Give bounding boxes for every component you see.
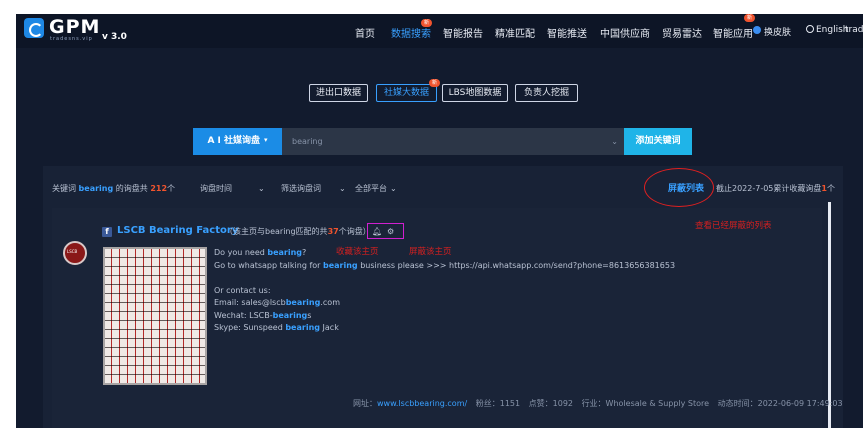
keyword-mid: 的询盘共 xyxy=(115,184,148,193)
chevron-down-icon: ⌄ xyxy=(390,184,397,193)
keyword-prefix: 关键词 xyxy=(52,184,76,193)
inquiry-time-label: 询盘时间 xyxy=(200,184,232,193)
avatar xyxy=(63,241,87,265)
post-line-4-pre: Email: sales@lscb xyxy=(214,298,286,307)
nav-home[interactable]: 首页 xyxy=(355,25,375,40)
site-label: 网址： xyxy=(353,399,377,408)
search-mode-label: A I 社媒询盘 xyxy=(207,136,261,146)
annotation-block: 屏蔽该主页 xyxy=(409,247,452,257)
fans-count: 粉丝：1151 xyxy=(475,399,521,408)
nav-data-search-badge: 新 xyxy=(421,19,432,27)
chevron-down-icon: ⌄ xyxy=(339,184,346,193)
gear-icon[interactable]: ⚙ xyxy=(387,227,394,236)
post-line-5: Wechat: LSCB-bearings xyxy=(214,311,311,320)
brand-subtitle: tradesns.vip xyxy=(50,36,93,42)
version-label: v 3.0 xyxy=(102,32,127,42)
nav-change-skin[interactable]: 换皮肤 xyxy=(764,25,791,38)
post-line-1-post: ? xyxy=(302,248,307,257)
app-window: GPM tradesns.vip v 3.0 首页 数据搜索 新 智能报告 精准… xyxy=(16,14,863,428)
post-line-6-hl: bearing xyxy=(285,323,320,332)
favorites-suffix: 个 xyxy=(826,184,835,193)
scrollbar[interactable] xyxy=(828,202,831,428)
filter-row: 关键词 bearing 的询盘共 212个 询盘时间 ⌄ 筛选询盘词 ⌄ 全部平台 ⌄… xyxy=(43,166,843,206)
annotation-view-blocked: 查看已经屏蔽的列表 xyxy=(695,221,772,231)
post-line-4-hl: bearing xyxy=(285,298,321,307)
search-mode-select[interactable]: A I 社媒询盘 ▾ xyxy=(193,128,282,155)
nav-trade-radar[interactable]: 贸易雷达 xyxy=(662,25,702,40)
post-line-5-post: s xyxy=(307,311,312,320)
annotation-favorite: 收藏该主页 xyxy=(336,247,379,257)
nav-account[interactable]: trad... xyxy=(845,25,863,35)
keyword-summary: 关键词 bearing 的询盘共 212个 xyxy=(52,183,175,194)
tab-social-data-badge: 新 xyxy=(429,79,440,87)
activity-time: 动态时间：2022-06-09 17:49:03 xyxy=(717,399,843,408)
post-line-1-pre: Do you need xyxy=(214,248,268,257)
favorites-prefix: 截止2022-7-05累计收藏询盘 xyxy=(716,184,822,193)
nav-smart-report[interactable]: 智能报告 xyxy=(443,25,483,40)
top-nav-bar: GPM tradesns.vip v 3.0 首页 数据搜索 新 智能报告 精准… xyxy=(16,14,863,48)
platform-filter[interactable]: 全部平台 ⌄ xyxy=(355,183,397,194)
nav-smart-apps[interactable]: 智能应用 xyxy=(713,25,753,40)
nav-data-search[interactable]: 数据搜索 xyxy=(391,25,431,40)
match-note: （该主页与bearing匹配的共37个询盘） xyxy=(225,226,371,237)
skin-icon xyxy=(753,26,761,34)
inquiry-count-suffix: 个 xyxy=(167,184,176,193)
gpm-logo-icon[interactable] xyxy=(24,18,44,38)
post-line-1-hl: bearing xyxy=(267,248,303,257)
site-link[interactable]: www.lscbbearing.com/ xyxy=(377,399,467,408)
post-line-2-post: business please >>> https://api.whatsapp… xyxy=(357,261,676,270)
post-line-6-pre: Skype: Sunspeed xyxy=(214,323,286,332)
tab-person-mining[interactable]: 负责人挖掘 xyxy=(515,84,578,102)
match-note-post: 个询盘） xyxy=(338,227,371,236)
nav-language-label: English xyxy=(816,25,849,35)
brand-name: GPM xyxy=(49,16,101,38)
inquiry-word-filter[interactable]: 筛选询盘词 ⌄ xyxy=(281,183,346,194)
post-line-2: Go to whatsapp talking for bearing busin… xyxy=(214,261,675,270)
chevron-down-icon: ⌄ xyxy=(258,184,265,193)
nav-smart-apps-badge: 新 xyxy=(744,14,755,22)
keyword-value: bearing xyxy=(78,184,114,193)
search-input-value: bearing xyxy=(292,137,323,146)
match-count: 37 xyxy=(327,227,339,236)
post-line-5-hl: bearing xyxy=(272,311,308,320)
post-image[interactable] xyxy=(103,247,207,385)
inquiry-count: 212 xyxy=(150,184,168,193)
post-line-2-hl: bearing xyxy=(322,261,358,270)
post-line-2-pre: Go to whatsapp talking for xyxy=(214,261,323,270)
industry: 行业：Wholesale & Supply Store xyxy=(581,399,710,408)
favorites-summary: 截止2022-7-05累计收藏询盘1个 xyxy=(716,183,835,194)
search-input[interactable]: bearing ⌄ xyxy=(282,128,624,155)
chevron-down-icon[interactable]: ⌄ xyxy=(611,128,618,155)
post-line-4-post: .com xyxy=(320,298,340,307)
facebook-icon: f xyxy=(102,227,112,237)
result-meta: 网址：www.lscbbearing.com/ 粉丝：1151 点赞：1092 … xyxy=(353,398,843,409)
likes-count: 点赞：1092 xyxy=(528,399,574,408)
globe-icon xyxy=(806,25,814,33)
inquiry-word-label: 筛选询盘词 xyxy=(281,184,321,193)
chevron-down-icon: ▾ xyxy=(264,136,268,144)
tab-lbs-map[interactable]: LBS地图数据 xyxy=(442,84,508,102)
nav-china-suppliers[interactable]: 中国供应商 xyxy=(600,25,650,40)
post-line-5-pre: Wechat: LSCB- xyxy=(214,311,273,320)
page-title[interactable]: LSCB Bearing Factory xyxy=(117,225,238,236)
highlight-ellipse xyxy=(644,168,714,207)
nav-language[interactable]: English xyxy=(806,25,849,35)
tab-import-export[interactable]: 进出口数据 xyxy=(309,84,368,102)
post-line-4: Email: sales@lscbbearing.com xyxy=(214,298,340,307)
bell-icon[interactable]: 🔔︎ xyxy=(372,227,382,236)
post-line-6: Skype: Sunspeed bearing Jack xyxy=(214,323,339,332)
inquiry-time-filter[interactable]: 询盘时间 ⌄ xyxy=(200,183,265,194)
match-note-pre: （该主页与bearing匹配的共 xyxy=(225,227,328,236)
tab-social-data[interactable]: 社媒大数据 xyxy=(376,84,437,102)
nav-smart-push[interactable]: 智能推送 xyxy=(547,25,587,40)
post-line-3: Or contact us: xyxy=(214,286,271,295)
add-keyword-button[interactable]: 添加关键词 xyxy=(624,128,692,155)
post-line-6-post: Jack xyxy=(320,323,339,332)
platform-label: 全部平台 xyxy=(355,184,387,193)
post-line-1: Do you need bearing? xyxy=(214,248,306,257)
nav-precise-match[interactable]: 精准匹配 xyxy=(495,25,535,40)
